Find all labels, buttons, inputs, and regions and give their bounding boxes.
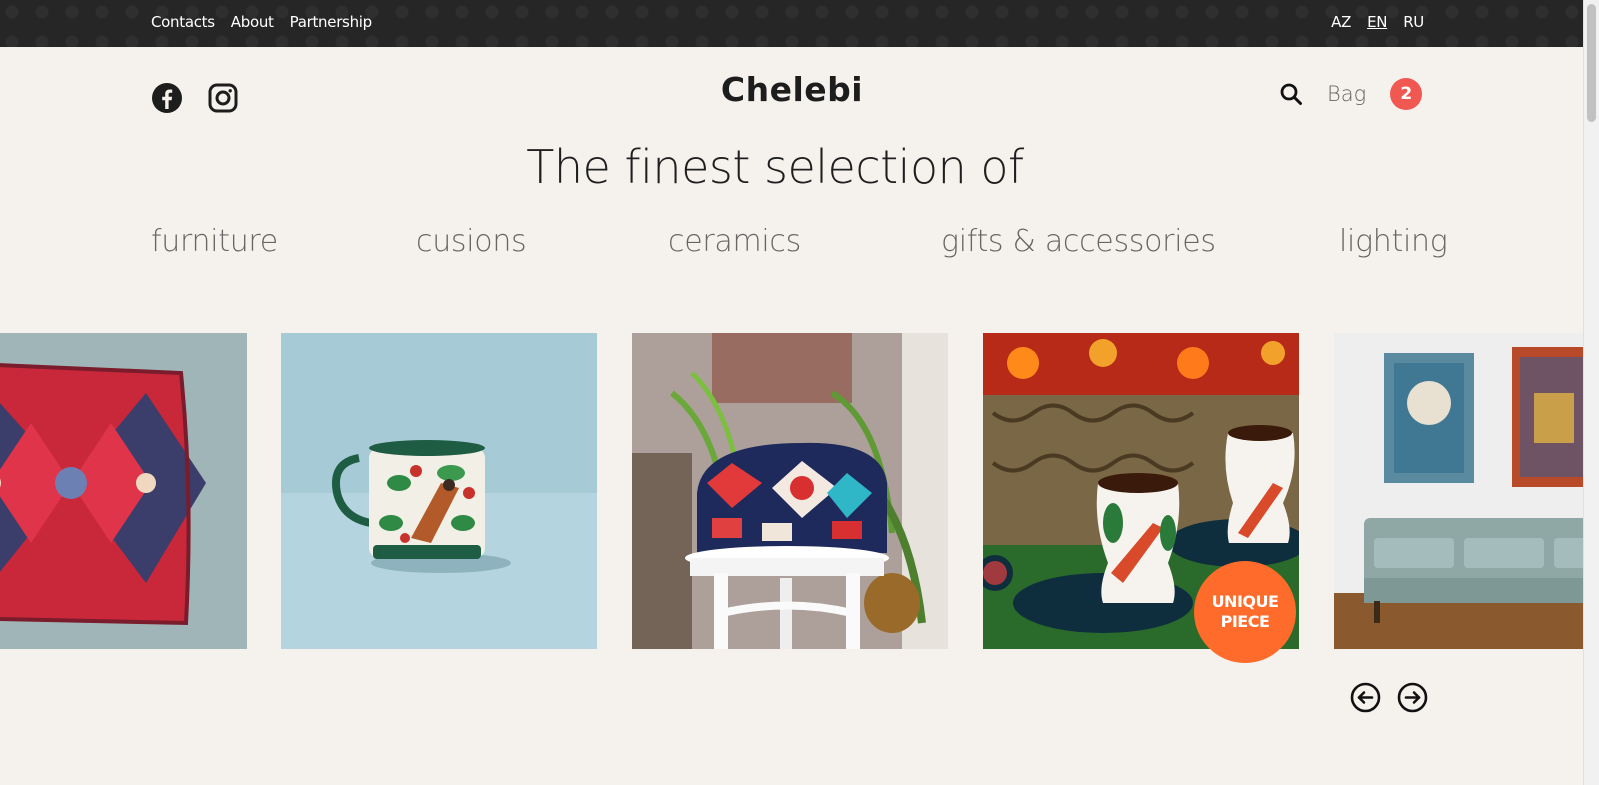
lang-en-link[interactable]: EN <box>1367 13 1387 31</box>
unique-piece-badge: UNIQUE PIECE <box>1194 561 1296 663</box>
bag-count-badge[interactable]: 2 <box>1390 78 1423 110</box>
category-lighting[interactable]: lighting <box>1339 224 1448 259</box>
sofa-image <box>1334 333 1584 649</box>
top-bar: Contacts About Partnership AZ EN RU <box>0 0 1584 47</box>
product-carousel <box>0 333 1584 649</box>
arrow-right-icon[interactable] <box>1397 682 1428 713</box>
lang-ru-link[interactable]: RU <box>1403 13 1424 31</box>
header-actions: Bag 2 <box>1279 78 1423 110</box>
search-icon[interactable] <box>1279 82 1303 106</box>
badge-line-1: UNIQUE <box>1211 592 1279 611</box>
category-nav: furniture cusions ceramics gifts & acces… <box>0 224 1584 264</box>
category-ceramics[interactable]: ceramics <box>668 224 801 259</box>
nav-partnership-link[interactable]: Partnership <box>290 13 373 31</box>
product-card-mug[interactable] <box>281 333 597 649</box>
bag-link[interactable]: Bag <box>1327 82 1366 106</box>
mug-image <box>281 333 597 649</box>
lang-az-link[interactable]: AZ <box>1331 13 1351 31</box>
nav-contacts-link[interactable]: Contacts <box>151 13 215 31</box>
product-card-cushion[interactable] <box>0 333 247 649</box>
bag-image <box>632 333 948 649</box>
arrow-left-icon[interactable] <box>1350 682 1381 713</box>
scrollbar-thumb[interactable] <box>1587 4 1596 122</box>
category-furniture[interactable]: furniture <box>151 224 278 259</box>
hero-headline: The finest selection of <box>526 140 1024 194</box>
nav-about-link[interactable]: About <box>231 13 274 31</box>
product-card-sofa[interactable] <box>1334 333 1584 649</box>
top-nav: Contacts About Partnership <box>151 13 372 31</box>
language-switcher: AZ EN RU <box>1331 13 1424 31</box>
product-card-bag[interactable] <box>632 333 948 649</box>
category-cusions[interactable]: cusions <box>416 224 527 259</box>
page-scrollbar[interactable] <box>1583 0 1599 785</box>
badge-line-2: PIECE <box>1220 612 1270 631</box>
cushion-image <box>0 333 247 649</box>
carousel-controls <box>1350 682 1428 713</box>
category-gifts-accessories[interactable]: gifts & accessories <box>941 224 1216 259</box>
